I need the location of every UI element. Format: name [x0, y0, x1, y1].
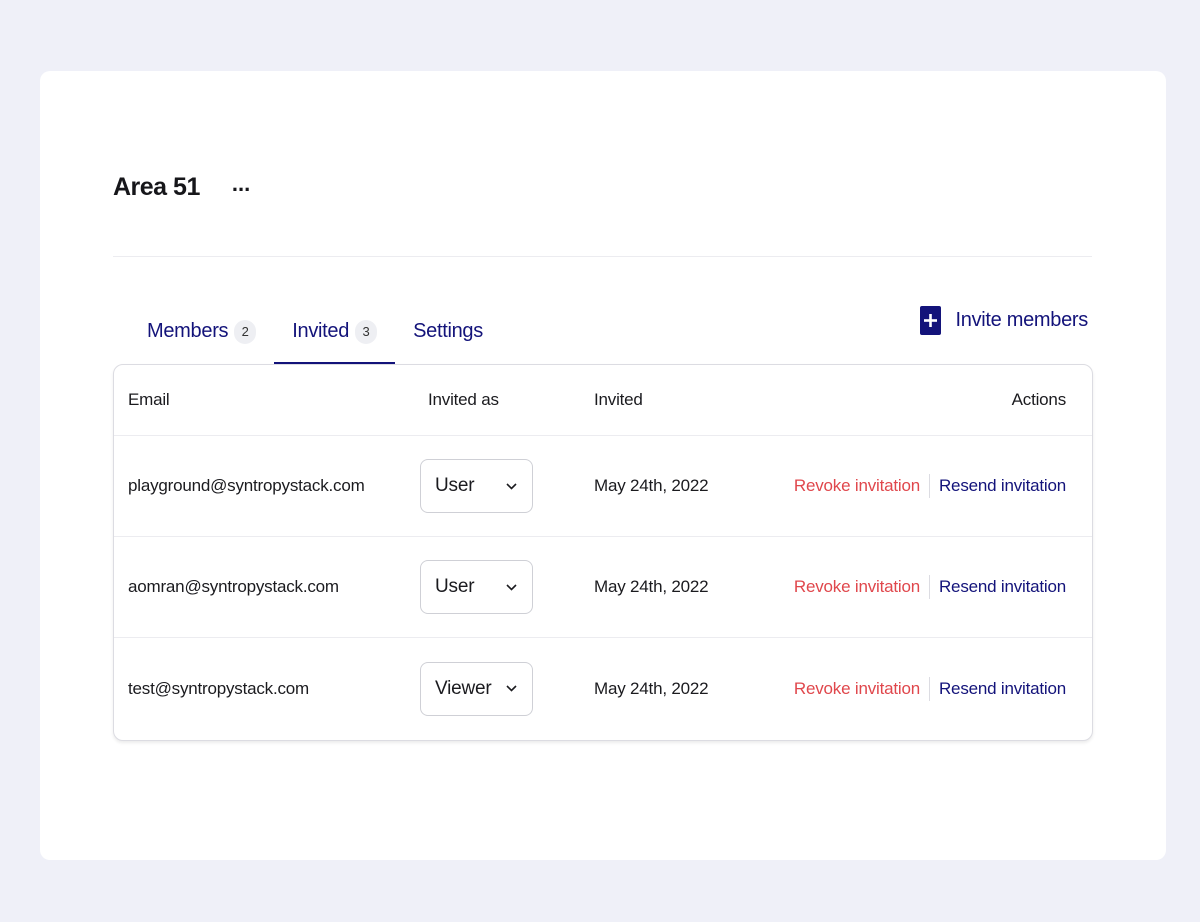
column-header-email: Email	[128, 390, 170, 409]
tab-label: Settings	[413, 320, 483, 342]
invite-members-button[interactable]: Invite members	[920, 306, 1088, 335]
column-header-invited: Invited	[594, 390, 643, 409]
tab-invited[interactable]: Invited 3	[274, 299, 395, 365]
tab-settings[interactable]: Settings	[395, 299, 501, 364]
page-header: Area 51 ...	[113, 172, 250, 202]
tab-label: Invited	[292, 320, 350, 342]
resend-invitation-link[interactable]: Resend invitation	[939, 679, 1066, 699]
email-cell: aomran@syntropystack.com	[128, 577, 339, 596]
table-row: playground@syntropystack.com User May 24…	[114, 436, 1092, 537]
role-select-value: Viewer	[435, 677, 492, 699]
role-cell: User	[420, 560, 533, 614]
chevron-down-icon	[504, 580, 518, 594]
role-select[interactable]: User	[420, 459, 533, 513]
email-cell: playground@syntropystack.com	[128, 476, 365, 495]
plus-icon	[920, 306, 942, 335]
revoke-invitation-link[interactable]: Revoke invitation	[794, 577, 920, 597]
header-divider	[113, 256, 1092, 257]
role-cell: Viewer	[420, 661, 533, 716]
chevron-down-icon	[504, 682, 518, 696]
role-select[interactable]: Viewer	[420, 661, 533, 716]
role-cell: User	[420, 459, 533, 513]
column-header-invited-as: Invited as	[428, 390, 499, 409]
resend-invitation-link[interactable]: Resend invitation	[939, 476, 1066, 496]
invitations-table: Email Invited as Invited Actions playgro…	[113, 364, 1093, 741]
action-separator	[928, 474, 930, 498]
count-badge: 2	[234, 319, 257, 344]
role-select[interactable]: User	[420, 560, 533, 614]
count-badge: 3	[355, 319, 378, 344]
invited-date-cell: May 24th, 2022	[594, 577, 709, 596]
invite-members-label: Invite members	[955, 309, 1088, 331]
tab-bar: Members 2 Invited 3 Settings	[132, 299, 501, 365]
workspace-card: Area 51 ... Members 2 Invited 3 Settings…	[40, 71, 1166, 860]
action-separator	[928, 676, 930, 701]
table-header: Email Invited as Invited Actions	[114, 365, 1092, 436]
action-separator	[928, 575, 930, 599]
chevron-down-icon	[504, 479, 518, 493]
tab-members[interactable]: Members 2	[132, 299, 274, 364]
actions-cell: Revoke invitation Resend invitation	[794, 676, 1066, 701]
actions-cell: Revoke invitation Resend invitation	[794, 474, 1066, 498]
role-select-value: User	[435, 576, 475, 597]
table-row: aomran@syntropystack.com User May 24th, …	[114, 537, 1092, 638]
column-header-actions: Actions	[1011, 390, 1067, 409]
invited-date-cell: May 24th, 2022	[594, 678, 709, 698]
email-cell: test@syntropystack.com	[128, 678, 310, 698]
page-title: Area 51	[113, 173, 200, 201]
actions-cell: Revoke invitation Resend invitation	[794, 575, 1066, 599]
resend-invitation-link[interactable]: Resend invitation	[939, 577, 1066, 597]
table-row: test@syntropystack.com Viewer May 24th, …	[114, 638, 1092, 739]
more-options-button[interactable]: ...	[232, 172, 250, 195]
revoke-invitation-link[interactable]: Revoke invitation	[794, 679, 920, 699]
revoke-invitation-link[interactable]: Revoke invitation	[794, 476, 920, 496]
tab-label: Members	[147, 320, 229, 342]
role-select-value: User	[435, 475, 475, 496]
invited-date-cell: May 24th, 2022	[594, 476, 709, 495]
